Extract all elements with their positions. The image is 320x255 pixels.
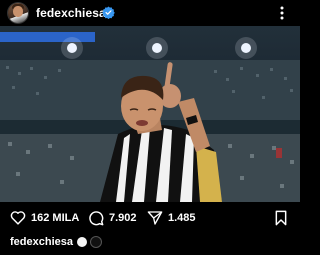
photo-scene xyxy=(0,32,300,202)
heart-icon xyxy=(10,211,26,225)
caption: fedexchiesa xyxy=(10,234,101,250)
send-icon xyxy=(147,211,163,225)
caption-username[interactable]: fedexchiesa xyxy=(10,236,73,248)
username-link[interactable]: fedexchiesa xyxy=(36,6,106,20)
avatar[interactable] xyxy=(8,3,28,23)
like-count: 162 MILA xyxy=(31,211,80,224)
share-button[interactable]: 1.485 xyxy=(147,210,196,226)
post-header: fedexchiesa xyxy=(0,0,300,26)
comment-count: 7.902 xyxy=(109,212,137,224)
verified-badge-icon xyxy=(102,6,115,19)
stadium-led-banner xyxy=(0,32,95,42)
avatar-face xyxy=(13,6,23,17)
bookmark-icon[interactable] xyxy=(274,210,288,226)
comment-icon xyxy=(89,211,104,226)
more-vertical-icon[interactable] xyxy=(274,5,290,21)
comment-button[interactable]: 7.902 xyxy=(88,210,137,226)
post-photo[interactable] xyxy=(0,26,300,202)
black-circle-emoji xyxy=(90,237,101,247)
like-button[interactable]: 162 MILA xyxy=(10,210,79,225)
share-count: 1.485 xyxy=(168,212,196,224)
white-circle-emoji xyxy=(76,237,87,247)
action-bar: 162 MILA 7.902 1.485 xyxy=(0,202,300,234)
